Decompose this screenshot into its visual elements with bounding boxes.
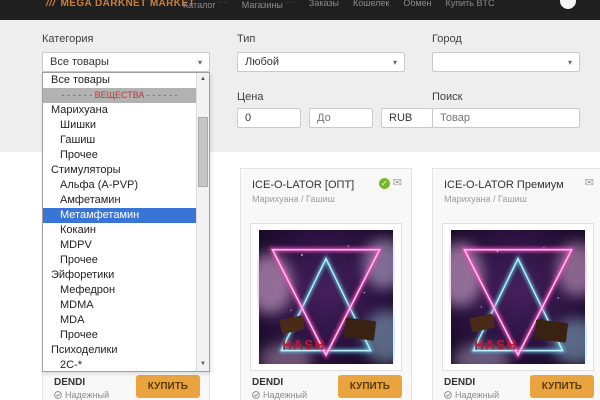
seller-name[interactable]: DENDI <box>444 377 475 388</box>
price-from-input[interactable] <box>237 108 301 128</box>
price-to-input[interactable] <box>309 108 373 128</box>
category-option[interactable]: Кокаин <box>43 223 196 238</box>
category-option[interactable]: Мефедрон <box>43 283 196 298</box>
category-option[interactable]: Шишки <box>43 118 196 133</box>
reliability-icon <box>444 391 452 399</box>
category-option[interactable]: MDA <box>43 313 196 328</box>
verified-icon: ✓ <box>379 178 390 189</box>
category-option[interactable]: Гашиш <box>43 133 196 148</box>
category-option[interactable]: Альфа (A-PVP) <box>43 178 196 193</box>
category-filter-label: Категория <box>42 33 93 45</box>
category-option[interactable]: Психоделики <box>43 343 196 358</box>
type-select-value: Любой <box>245 56 279 68</box>
category-option[interactable]: MDPV <box>43 238 196 253</box>
category-option[interactable]: Амфетамин <box>43 193 196 208</box>
chevron-down-icon: ▾ <box>568 58 572 67</box>
price-filter-label: Цена <box>237 91 263 103</box>
site-logo[interactable]: /// MEGA DARKNET MARKET <box>46 0 195 9</box>
image-caption: HASH <box>474 338 517 353</box>
product-image[interactable]: HASH <box>442 223 594 371</box>
product-category-path: Марихуана / Гашиш <box>252 194 335 204</box>
logo-slashes-icon: /// <box>46 0 56 9</box>
category-option[interactable]: 2C-* <box>43 358 196 371</box>
product-card[interactable]: ICE-O-LATOR Премиум Марихуана / Гашиш ✉ … <box>432 168 600 400</box>
city-filter-label: Город <box>432 33 462 45</box>
scroll-down-icon[interactable]: ▼ <box>197 358 209 371</box>
card-icons: ✉ <box>585 178 594 189</box>
seller-status: Надежный <box>54 390 109 400</box>
category-option-selected[interactable]: Метамфетамин <box>43 208 196 223</box>
category-options: Все товары - - - - - - ВЕЩЕСТВА - - - - … <box>43 73 196 371</box>
category-option[interactable]: Прочее <box>43 253 196 268</box>
category-option[interactable]: Прочее <box>43 148 196 163</box>
top-navbar: /// MEGA DARKNET MARKET Каталог····· Мага… <box>0 0 600 20</box>
chevron-down-icon: ▾ <box>198 58 202 67</box>
category-section-header: - - - - - - ВЕЩЕСТВА - - - - - - <box>43 88 196 103</box>
type-filter-label: Тип <box>237 33 255 45</box>
category-option[interactable]: Прочее <box>43 328 196 343</box>
seller-name[interactable]: DENDI <box>252 377 283 388</box>
buy-button[interactable]: КУПИТЬ <box>530 375 594 398</box>
nav-item-catalog[interactable]: Каталог····· <box>183 0 228 11</box>
buy-button[interactable]: КУПИТЬ <box>338 375 402 398</box>
card-icons: ✓ ✉ <box>379 178 402 189</box>
seller-status-label: Надежный <box>455 390 499 400</box>
message-icon[interactable]: ✉ <box>393 178 402 189</box>
seller-status: Надежный <box>444 390 499 400</box>
category-option[interactable]: Эйфоретики <box>43 268 196 283</box>
reliability-icon <box>54 391 62 399</box>
category-select[interactable]: Все товары ▾ <box>42 52 210 72</box>
category-option[interactable]: Стимуляторы <box>43 163 196 178</box>
message-icon[interactable]: ✉ <box>585 178 594 189</box>
nav-item-orders[interactable]: Заказы <box>309 0 339 11</box>
seller-status-label: Надежный <box>65 390 109 400</box>
product-card[interactable]: ICE-O-LATOR [ОПТ] Марихуана / Гашиш ✓ ✉ <box>240 168 412 400</box>
product-title[interactable]: ICE-O-LATOR [ОПТ] <box>252 179 354 191</box>
category-option[interactable]: Марихуана <box>43 103 196 118</box>
chevron-down-icon: ▾ <box>393 58 397 67</box>
nav-item-buy-btc[interactable]: Купить BTC <box>445 0 494 11</box>
logo-text: MEGA DARKNET MARKET <box>61 0 195 9</box>
nav-item-shops-count: ····· <box>285 0 295 6</box>
seller-status-label: Надежный <box>263 390 307 400</box>
scrollbar[interactable]: ▲ ▼ <box>196 73 209 371</box>
product-image[interactable]: HASH <box>250 223 402 371</box>
scroll-up-icon[interactable]: ▲ <box>197 73 209 86</box>
category-dropdown-list: Все товары - - - - - - ВЕЩЕСТВА - - - - … <box>42 72 210 372</box>
reliability-icon <box>252 391 260 399</box>
product-category-path: Марихуана / Гашиш <box>444 194 527 204</box>
nav-item-shops[interactable]: Магазины····· <box>242 0 295 11</box>
nav-item-catalog-count: ····· <box>218 0 228 6</box>
product-image-placeholder: HASH <box>449 230 587 364</box>
seller-name[interactable]: DENDI <box>54 377 85 388</box>
search-input[interactable] <box>432 108 580 128</box>
category-option[interactable]: MDMA <box>43 298 196 313</box>
search-filter-label: Поиск <box>432 91 462 103</box>
product-image-placeholder: HASH <box>257 230 395 364</box>
scrollbar-thumb[interactable] <box>198 117 208 187</box>
image-caption: HASH <box>282 338 325 353</box>
navbar-menu: Каталог····· Магазины····· Заказы Кошеле… <box>183 0 494 11</box>
category-select-value: Все товары <box>50 56 109 68</box>
currency-select[interactable]: RUB <box>381 108 433 128</box>
nav-item-wallet[interactable]: Кошелек <box>353 0 389 11</box>
page: /// MEGA DARKNET MARKET Каталог····· Мага… <box>0 0 600 400</box>
nav-item-exchange[interactable]: Обмен <box>403 0 431 11</box>
currency-value: RUB <box>389 112 412 124</box>
type-select[interactable]: Любой ▾ <box>237 52 405 72</box>
city-select[interactable]: ▾ <box>432 52 580 72</box>
profile-icon[interactable] <box>560 0 576 9</box>
product-title[interactable]: ICE-O-LATOR Премиум <box>444 179 564 191</box>
category-option[interactable]: Все товары <box>43 73 196 88</box>
seller-status: Надежный <box>252 390 307 400</box>
buy-button[interactable]: КУПИТЬ <box>136 375 200 398</box>
